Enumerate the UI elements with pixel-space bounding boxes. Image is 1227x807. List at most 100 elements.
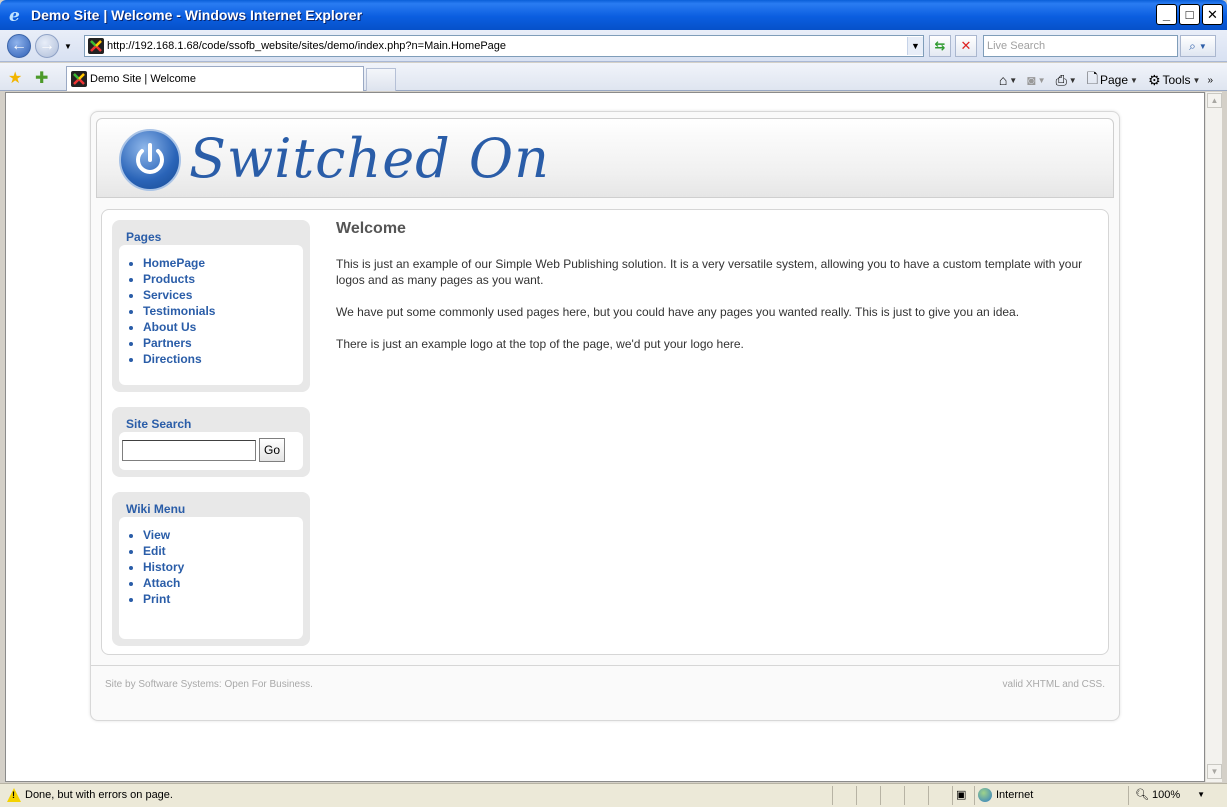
wiki-link-attach[interactable]: Attach — [143, 576, 180, 590]
wiki-menu-box: Wiki Menu View Edit History Attach Print — [112, 492, 310, 646]
nav-link-partners[interactable]: Partners — [143, 336, 192, 350]
live-search-input[interactable]: Live Search — [983, 35, 1178, 57]
browser-viewport: Switched On Pages HomePage Products Serv… — [5, 92, 1205, 782]
content-paragraph: This is just an example of our Simple We… — [336, 257, 1083, 287]
page-title: Welcome — [336, 220, 406, 237]
scroll-up-icon[interactable]: ▲ — [1207, 93, 1222, 108]
site-page: Switched On Pages HomePage Products Serv… — [90, 111, 1120, 721]
svg-text:e: e — [9, 6, 20, 24]
nav-link-services[interactable]: Services — [143, 288, 192, 302]
security-zone[interactable]: Internet — [978, 788, 1033, 802]
site-footer: Site by Software Systems: Open For Busin… — [91, 665, 1119, 720]
scroll-down-icon[interactable]: ▼ — [1207, 764, 1222, 779]
address-dropdown-icon[interactable]: ▼ — [907, 37, 923, 55]
list-item[interactable]: Edit — [143, 543, 303, 559]
wiki-menu-list: View Edit History Attach Print — [119, 517, 303, 607]
list-item[interactable]: Testimonials — [143, 303, 303, 319]
zoom-dropdown-icon[interactable]: ▼ — [1197, 790, 1205, 799]
wiki-link-edit[interactable]: Edit — [143, 544, 166, 558]
tab-favicon-icon — [71, 71, 87, 87]
stop-button[interactable]: ✕ — [955, 35, 977, 57]
minimize-button[interactable]: _ — [1156, 4, 1177, 25]
page-menu-button[interactable]: 🗋 Page ▼ — [1084, 68, 1141, 92]
page-menu-label: Page — [1099, 73, 1129, 87]
zoom-icon: 🔍︎ — [1135, 789, 1149, 801]
maximize-button[interactable]: □ — [1179, 4, 1200, 25]
refresh-button[interactable]: ⇆ — [929, 35, 951, 57]
nav-link-about-us[interactable]: About Us — [143, 320, 196, 334]
vertical-scrollbar[interactable]: ▲ ▼ — [1205, 92, 1222, 782]
chevron-more-icon[interactable]: » — [1207, 75, 1213, 86]
feeds-button[interactable]: ◙ ▼ — [1024, 72, 1048, 88]
tab-bar: ★ ✚ Demo Site | Welcome ⌂ ▼ ◙ ▼ ⎙ ▼ 🗋 Page ▼… — [0, 63, 1227, 91]
favorites-star-icon[interactable]: ★ — [8, 68, 22, 88]
wiki-menu-title: Wiki Menu — [126, 502, 186, 516]
add-favorites-icon[interactable]: ✚ — [35, 68, 48, 88]
rss-feed-icon: ◙ — [1027, 72, 1036, 88]
pages-list: HomePage Products Services Testimonials … — [119, 245, 303, 367]
security-zone-label: Internet — [996, 789, 1034, 801]
tab-label: Demo Site | Welcome — [90, 73, 196, 85]
footer-validation: valid XHTML and CSS. — [1002, 679, 1105, 690]
live-search-button[interactable]: ⌕ ▼ — [1180, 35, 1216, 57]
site-favicon-icon — [88, 38, 104, 54]
back-button[interactable]: ← — [7, 34, 31, 58]
list-item[interactable]: Partners — [143, 335, 303, 351]
navigation-bar: ← → ▼ http://192.168.1.68/code/ssofb_web… — [0, 30, 1227, 62]
window-title: Demo Site | Welcome - Windows Internet E… — [31, 7, 363, 23]
site-search-title: Site Search — [126, 417, 192, 431]
new-tab-button[interactable] — [366, 68, 396, 91]
list-item[interactable]: History — [143, 559, 303, 575]
status-message: Done, but with errors on page. — [25, 789, 173, 801]
pages-box-title: Pages — [126, 230, 162, 244]
search-icon: ⌕ — [1189, 38, 1196, 53]
ie-logo-icon: e — [7, 6, 25, 24]
content-paragraph: We have put some commonly used pages her… — [336, 305, 1020, 319]
wiki-link-print[interactable]: Print — [143, 592, 170, 606]
site-search-input[interactable] — [122, 440, 256, 461]
printer-icon: ⎙ — [1055, 71, 1067, 88]
content-paragraph: There is just an example logo at the top… — [336, 337, 744, 351]
site-main: Pages HomePage Products Services Testimo… — [101, 209, 1109, 655]
home-icon: ⌂ — [998, 72, 1008, 88]
history-dropdown-icon[interactable]: ▼ — [64, 42, 72, 51]
site-logo-text: Switched On — [189, 127, 550, 190]
site-search-go-button[interactable]: Go — [259, 438, 285, 462]
forward-button[interactable]: → — [35, 34, 59, 58]
nav-link-testimonials[interactable]: Testimonials — [143, 304, 215, 318]
search-dropdown-icon[interactable]: ▼ — [1199, 42, 1207, 51]
nav-link-directions[interactable]: Directions — [143, 352, 202, 366]
list-item[interactable]: About Us — [143, 319, 303, 335]
page-icon: 🗋 — [1086, 70, 1098, 86]
list-item[interactable]: Services — [143, 287, 303, 303]
footer-credit: Site by Software Systems: Open For Busin… — [105, 679, 313, 690]
nav-link-homepage[interactable]: HomePage — [143, 256, 205, 270]
protected-mode-icon[interactable]: ▣ — [956, 788, 966, 801]
power-logo-icon — [119, 129, 181, 191]
close-button[interactable]: ✕ — [1202, 4, 1223, 25]
list-item[interactable]: Directions — [143, 351, 303, 367]
zoom-level: 100% — [1151, 788, 1181, 801]
address-bar[interactable]: http://192.168.1.68/code/ssofb_website/s… — [84, 35, 924, 57]
list-item[interactable]: Print — [143, 591, 303, 607]
list-item[interactable]: HomePage — [143, 255, 303, 271]
address-url[interactable]: http://192.168.1.68/code/ssofb_website/s… — [107, 40, 907, 52]
wiki-link-history[interactable]: History — [143, 560, 184, 574]
list-item[interactable]: View — [143, 527, 303, 543]
print-button[interactable]: ⎙ ▼ — [1053, 72, 1080, 89]
site-search-box: Site Search Go — [112, 407, 310, 477]
wiki-link-view[interactable]: View — [143, 528, 170, 542]
site-header: Switched On — [96, 118, 1114, 198]
status-bar: ! Done, but with errors on page. ▣ Inter… — [0, 783, 1227, 807]
window-titlebar: e Demo Site | Welcome - Windows Internet… — [0, 0, 1227, 30]
home-button[interactable]: ⌂ ▼ — [996, 72, 1020, 88]
tools-menu-button[interactable]: ⚙ Tools ▼ — [1145, 72, 1204, 89]
tab-demo-site[interactable]: Demo Site | Welcome — [66, 66, 364, 91]
tools-menu-label: Tools — [1162, 73, 1191, 87]
list-item[interactable]: Products — [143, 271, 303, 287]
pages-box: Pages HomePage Products Services Testimo… — [112, 220, 310, 392]
page-content: Welcome This is just an example of our S… — [336, 220, 1096, 368]
zoom-control[interactable]: 🔍︎ 100% ▼ — [1135, 788, 1205, 802]
nav-link-products[interactable]: Products — [143, 272, 195, 286]
list-item[interactable]: Attach — [143, 575, 303, 591]
